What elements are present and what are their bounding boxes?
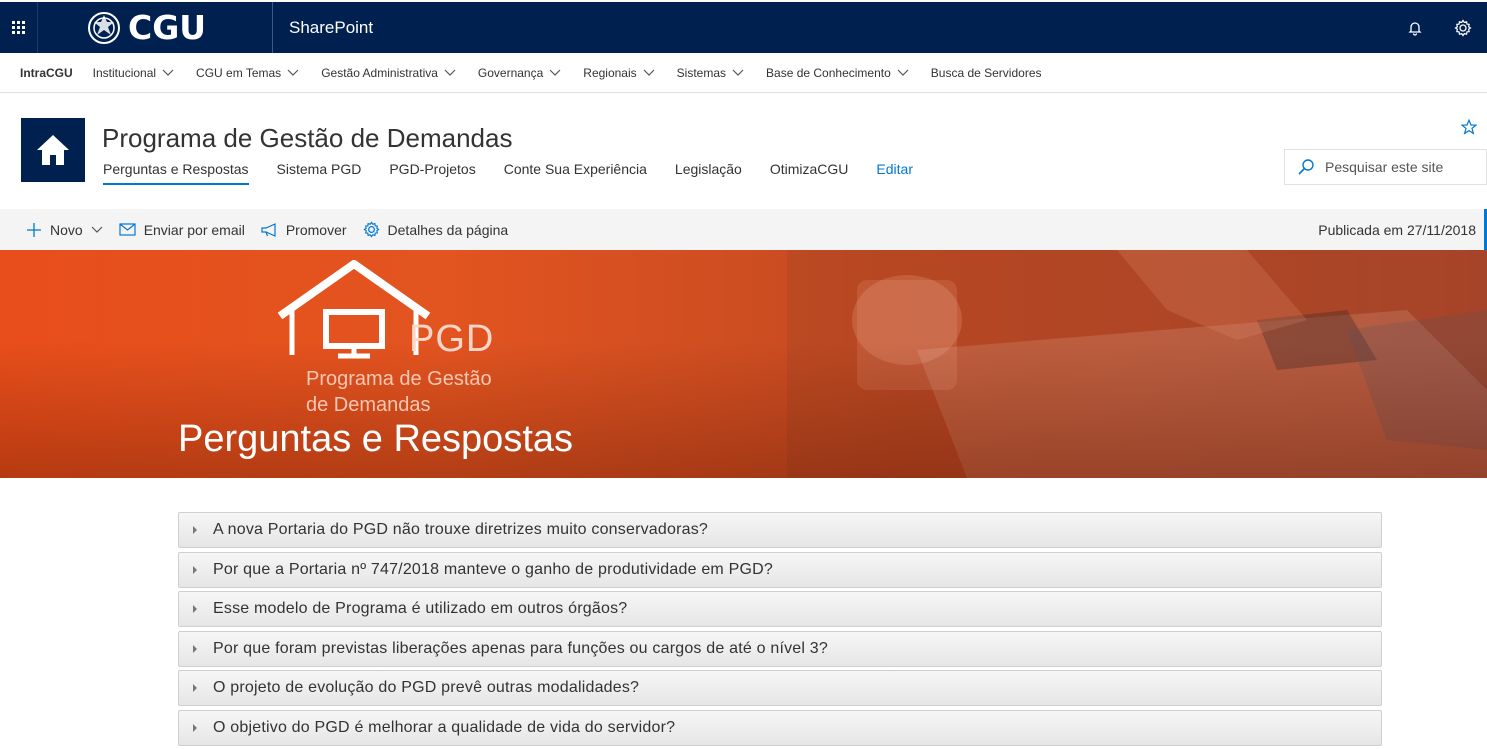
plus-icon: [27, 222, 41, 237]
chevron-down-icon: [732, 69, 744, 76]
star-icon: [1460, 118, 1478, 135]
site-search-box[interactable]: Pesquisar este site: [1284, 149, 1487, 185]
edit-nav-link[interactable]: Editar: [876, 161, 913, 185]
settings-button[interactable]: [1439, 2, 1487, 53]
faq-question: Por que a Portaria nº 747/2018 manteve o…: [213, 560, 773, 578]
faq-item[interactable]: A nova Portaria do PGD não trouxe diretr…: [178, 512, 1382, 548]
search-placeholder: Pesquisar este site: [1325, 159, 1444, 175]
home-icon: [37, 135, 69, 165]
faq-accordion: A nova Portaria do PGD não trouxe diretr…: [178, 512, 1382, 749]
chevron-down-icon: [897, 69, 909, 76]
site-nav-conte-sua-experiencia[interactable]: Conte Sua Experiência: [504, 161, 647, 185]
new-button[interactable]: Novo: [26, 222, 103, 238]
send-email-label: Enviar por email: [143, 221, 245, 238]
page-details-label: Detalhes da página: [387, 221, 509, 238]
waffle-icon: [12, 21, 25, 34]
site-header: Programa de Gestão de Demandas Perguntas…: [0, 93, 1487, 209]
hub-item-busca-de-servidores[interactable]: Busca de Servidores: [931, 66, 1042, 80]
pgd-logo-subtitle-line: Programa de Gestão: [306, 368, 492, 390]
hub-item-label: Gestão Administrativa: [321, 65, 438, 80]
faq-item[interactable]: O projeto de evolução do PGD prevê outra…: [178, 670, 1382, 706]
bell-icon: [1408, 21, 1422, 36]
search-icon: [1298, 159, 1314, 175]
hub-item-gestao-administrativa[interactable]: Gestão Administrativa: [321, 66, 456, 80]
sharepoint-app-name[interactable]: SharePoint: [289, 18, 373, 38]
mail-icon: [119, 223, 136, 236]
hub-item-label: Base de Conhecimento: [766, 65, 891, 80]
caret-right-icon: [193, 644, 197, 653]
chevron-down-icon: [549, 69, 561, 76]
faq-item[interactable]: O objetivo do PGD é melhorar a qualidade…: [178, 709, 1382, 746]
app-launcher-button[interactable]: [0, 2, 38, 53]
hub-item-label: Sistemas: [676, 65, 727, 80]
faq-item[interactable]: Por que a Portaria nº 747/2018 manteve o…: [178, 551, 1382, 588]
caret-right-icon: [193, 723, 197, 732]
site-navigation: Perguntas e Respostas Sistema PGD PGD-Pr…: [103, 161, 941, 185]
faq-question: A nova Portaria do PGD não trouxe diretr…: [213, 521, 709, 538]
chevron-down-icon: [444, 69, 456, 76]
faq-question: O objetivo do PGD é melhorar a qualidade…: [213, 718, 676, 736]
hub-item-regionais[interactable]: Regionais: [583, 65, 655, 80]
gear-icon: [362, 221, 380, 238]
promote-label: Promover: [285, 221, 347, 238]
suite-bar: CGU SharePoint: [0, 2, 1487, 53]
new-button-label: Novo: [50, 221, 83, 238]
faq-question: O projeto de evolução do PGD prevê outra…: [213, 679, 640, 696]
faq-item[interactable]: Por que foram previstas liberações apena…: [178, 630, 1382, 667]
hub-item-label: Governança: [477, 65, 544, 80]
site-nav-sistema-pgd[interactable]: Sistema PGD: [277, 161, 362, 185]
hub-navigation: IntraCGU Institucional CGU em Temas Gest…: [0, 53, 1487, 93]
pgd-logo-subtitle-line: de Demandas: [306, 394, 431, 416]
send-email-button[interactable]: Enviar por email: [119, 222, 245, 238]
hero-banner: PGD Programa de Gestão de Demandas Pergu…: [0, 250, 1487, 478]
cgu-logo-text: CGU: [128, 8, 207, 47]
site-nav-pgd-projetos[interactable]: PGD-Projetos: [389, 161, 475, 185]
pgd-logo-subtitle: Programa de Gestão de Demandas: [306, 366, 492, 418]
command-bar: Novo Enviar por email Promover Detalhes …: [0, 209, 1487, 250]
chevron-down-icon: [91, 226, 103, 233]
page-details-button[interactable]: Detalhes da página: [362, 221, 509, 238]
promote-button[interactable]: Promover: [261, 222, 347, 238]
publish-status: Publicada em 27/11/2018: [1318, 221, 1476, 238]
site-nav-perguntas-e-respostas[interactable]: Perguntas e Respostas: [103, 161, 249, 185]
faq-item[interactable]: Esse modelo de Programa é utilizado em o…: [178, 591, 1382, 627]
hub-item-institucional[interactable]: Institucional: [93, 66, 174, 80]
hub-item-governanca[interactable]: Governança: [478, 66, 561, 80]
site-nav-otimizacgu[interactable]: OtimizaCGU: [770, 161, 849, 185]
hub-home-link[interactable]: IntraCGU: [20, 66, 73, 80]
follow-button[interactable]: [1460, 118, 1478, 140]
site-nav-legislacao[interactable]: Legislação: [675, 161, 742, 185]
hub-item-label: Busca de Servidores: [930, 65, 1042, 80]
site-logo[interactable]: [21, 118, 85, 182]
faq-question: Por que foram previstas liberações apena…: [213, 639, 828, 657]
chevron-down-icon: [287, 69, 299, 76]
notifications-button[interactable]: [1391, 2, 1439, 53]
caret-right-icon: [193, 605, 197, 613]
site-title[interactable]: Programa de Gestão de Demandas: [102, 123, 512, 154]
caret-right-icon: [193, 526, 197, 534]
coat-of-arms-icon: [88, 11, 120, 44]
pgd-logo-text: PGD: [409, 318, 495, 360]
hub-item-label: Regionais: [583, 65, 637, 80]
hub-item-sistemas[interactable]: Sistemas: [677, 66, 744, 80]
hero-title: Perguntas e Respostas: [178, 418, 574, 460]
cgu-logo-link[interactable]: CGU: [38, 2, 273, 53]
gear-icon: [1454, 18, 1472, 37]
faq-question: Esse modelo de Programa é utilizado em o…: [213, 600, 628, 617]
hub-item-label: Institucional: [92, 65, 157, 80]
caret-right-icon: [193, 684, 197, 692]
caret-right-icon: [193, 565, 197, 574]
hub-item-cgu-em-temas[interactable]: CGU em Temas: [196, 66, 299, 80]
megaphone-icon: [261, 222, 276, 237]
chevron-down-icon: [643, 69, 655, 76]
hub-item-label: CGU em Temas: [196, 65, 282, 80]
hub-item-base-de-conhecimento[interactable]: Base de Conhecimento: [766, 66, 909, 80]
chevron-down-icon: [162, 69, 174, 76]
